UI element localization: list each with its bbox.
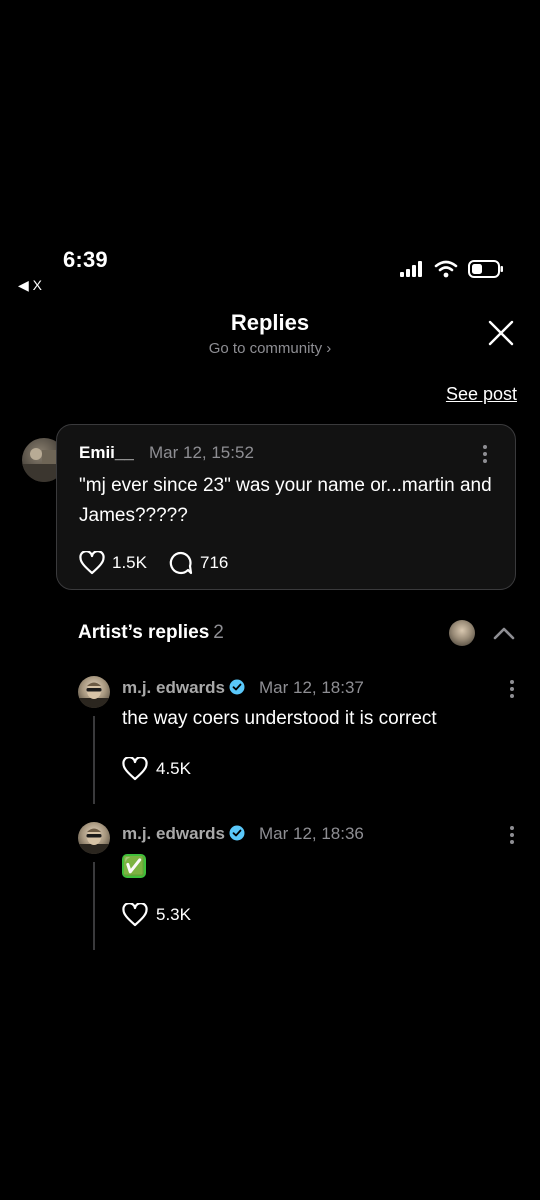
reply-header: m.j. edwards Mar 12, 18:36 <box>122 824 364 844</box>
artist-avatar <box>449 620 475 646</box>
like-button[interactable]: 5.3K <box>122 903 191 927</box>
like-count: 5.3K <box>156 905 191 924</box>
post-timestamp: Mar 12, 15:52 <box>149 443 254 462</box>
like-count: 4.5K <box>156 759 191 778</box>
more-icon[interactable] <box>483 445 487 463</box>
comment-icon <box>169 551 193 575</box>
back-to-app-button[interactable]: ◀ X <box>18 277 42 294</box>
see-post-link[interactable]: See post <box>446 384 517 405</box>
comment-button[interactable]: 716 <box>169 551 228 575</box>
chevron-up-icon[interactable] <box>492 624 516 642</box>
artist-replies-count: 2 <box>213 622 224 643</box>
wifi-icon <box>434 260 458 278</box>
reply-text: ✅ <box>122 854 146 878</box>
status-time: 6:39 <box>63 247 108 272</box>
more-icon[interactable] <box>510 826 514 844</box>
artist-replies-title: Artist’s replies 2 <box>78 622 224 644</box>
artist-replies-label: Artist’s replies <box>78 622 210 643</box>
reply-timestamp: Mar 12, 18:36 <box>258 824 364 843</box>
reply-author-name[interactable]: m.j. edwards <box>122 824 225 843</box>
chevron-right-icon: › <box>326 340 332 357</box>
post-author-name[interactable]: Emii__ <box>79 443 134 463</box>
battery-icon <box>468 260 503 278</box>
reply-timestamp: Mar 12, 18:37 <box>258 678 364 697</box>
artist-reply: m.j. edwards Mar 12, 18:37 the way coers… <box>78 676 518 806</box>
go-to-community-label: Go to community <box>208 340 323 357</box>
like-button[interactable]: 1.5K <box>79 551 147 575</box>
like-count: 1.5K <box>112 553 147 572</box>
comment-count: 716 <box>199 553 229 572</box>
heart-icon <box>122 757 148 781</box>
reply-author-name[interactable]: m.j. edwards <box>122 678 225 697</box>
reply-header: m.j. edwards Mar 12, 18:37 <box>122 678 364 698</box>
close-icon[interactable] <box>488 320 514 346</box>
status-icons <box>400 260 504 278</box>
more-icon[interactable] <box>510 680 514 698</box>
avatar-photo-icon <box>78 828 110 854</box>
go-to-community-link[interactable]: Go to community › <box>0 340 540 357</box>
post-card: Emii__ Mar 12, 15:52 "mj ever since 23" … <box>56 424 516 590</box>
verified-icon <box>229 825 245 841</box>
back-triangle-icon: ◀ <box>18 277 29 293</box>
heart-icon <box>79 551 105 575</box>
like-button[interactable]: 4.5K <box>122 757 191 781</box>
reply-text: the way coers understood it is correct <box>122 708 437 729</box>
signal-icon <box>400 261 422 277</box>
post-text: "mj ever since 23" was your name or...ma… <box>79 475 492 526</box>
heart-icon <box>122 903 148 927</box>
page-title: Replies <box>230 310 310 335</box>
reply-author-avatar[interactable] <box>78 676 110 708</box>
artist-reply: m.j. edwards Mar 12, 18:36 ✅ 5.3K <box>78 822 518 952</box>
verified-icon <box>229 679 245 695</box>
reply-author-avatar[interactable] <box>78 822 110 854</box>
back-app-label: X <box>32 277 43 293</box>
check-mark-emoji: ✅ <box>122 854 146 878</box>
thread-line <box>93 862 95 950</box>
avatar-photo-icon <box>78 682 110 708</box>
thread-line <box>93 716 95 804</box>
post-actions: 1.5K 716 <box>79 551 242 575</box>
